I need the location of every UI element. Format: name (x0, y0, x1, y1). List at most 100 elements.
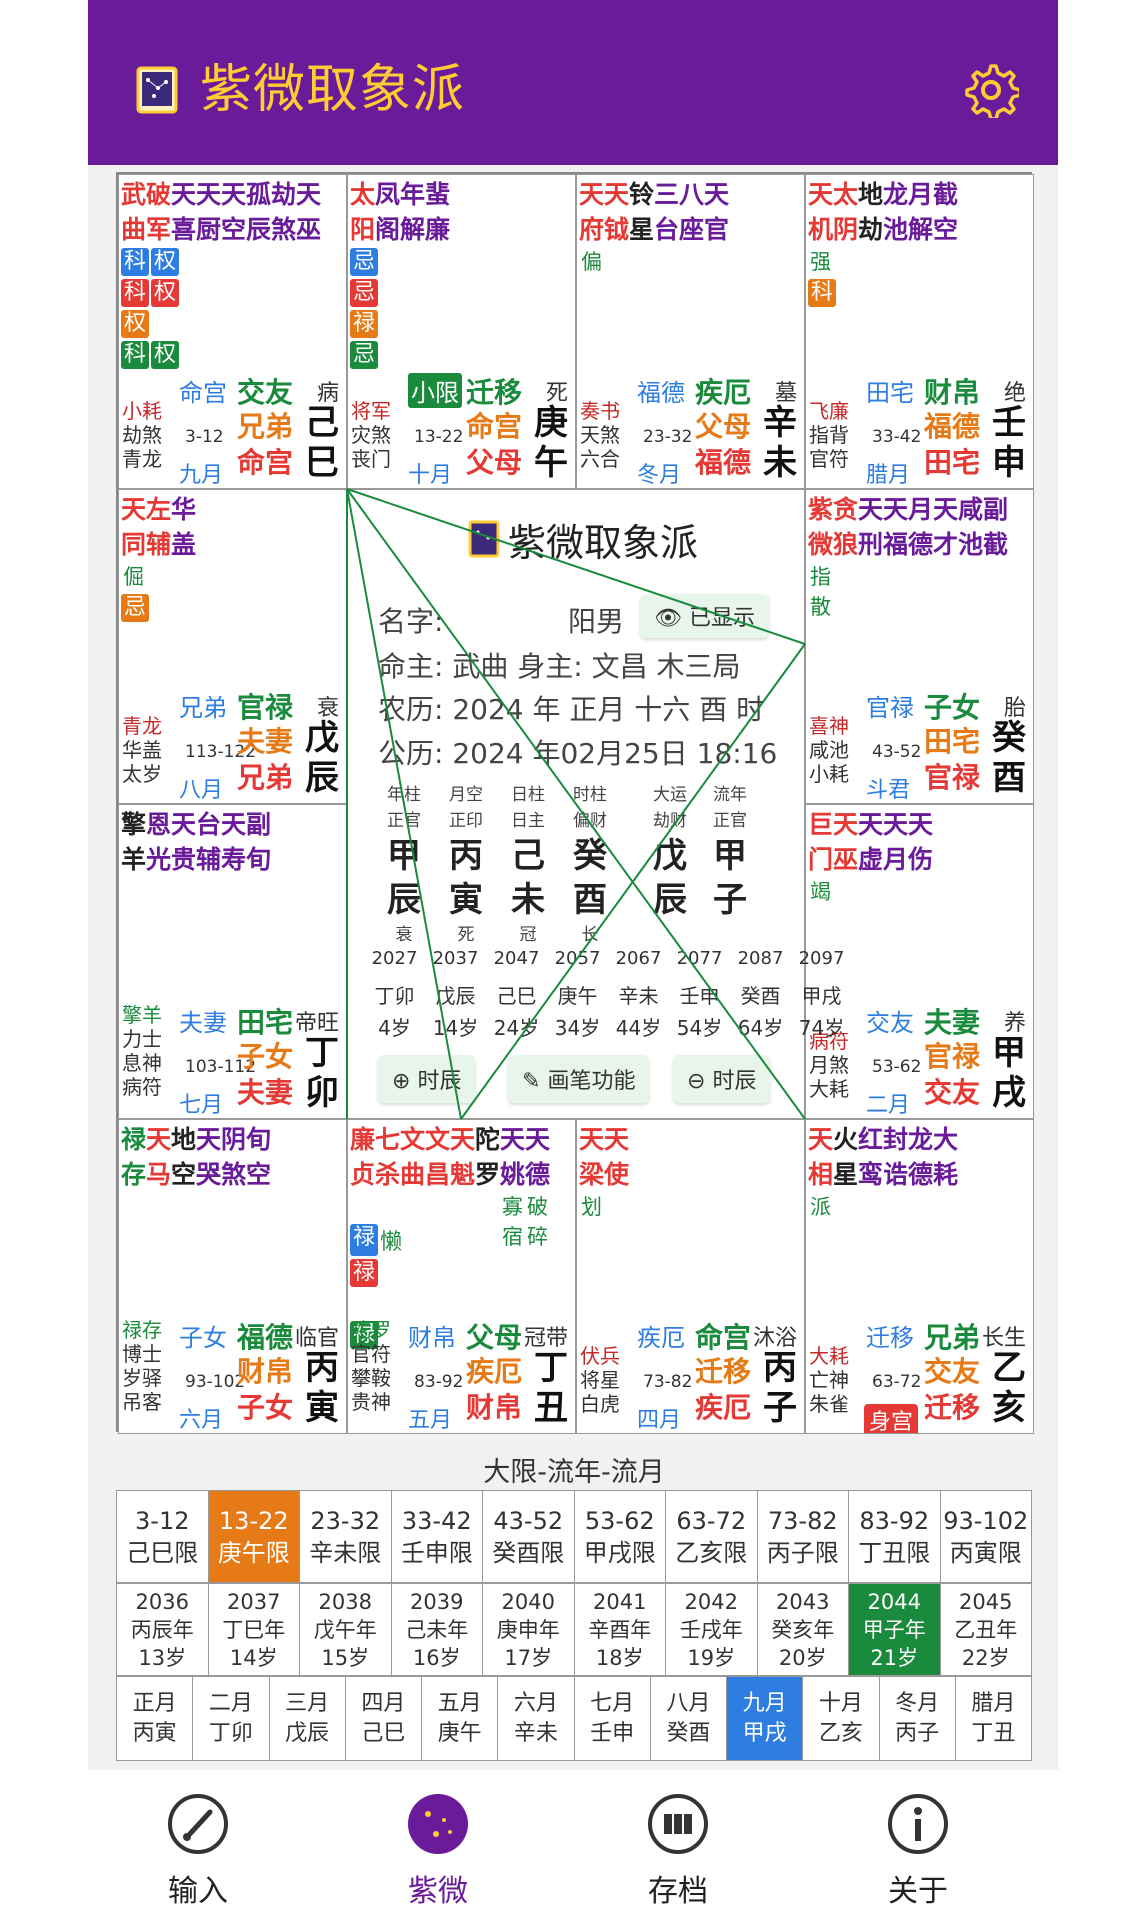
flow-month-cell[interactable]: 八月 癸酉 (650, 1677, 727, 1761)
stem-char: 未 (763, 443, 797, 483)
flow-month-cell[interactable]: 腊月 丁丑 (955, 1677, 1032, 1761)
decade-limit-cell[interactable]: 33-42 壬申限 (391, 1491, 483, 1583)
palace-cell-chou[interactable]: 廉贞七杀文曲文昌天魁陀罗天姚寡宿天德破碎禄懒禄禄陀罗 官符 攀鞍 贵神 财帛 83-92 五… (347, 1119, 576, 1434)
solar-date: 公历: 2024 年02月25日 18:16 (378, 737, 778, 770)
star-char: 刑 (858, 530, 884, 559)
palace-name-year: 命宫 (466, 410, 523, 443)
tag-row: 科权 (121, 248, 180, 276)
palace-name-natal: 福德 (695, 446, 752, 479)
pen-function-button[interactable]: ✎ 画笔功能 (508, 1055, 650, 1103)
star-char: 恩 (146, 810, 172, 839)
flow-month-cell[interactable]: 十月 乙亥 (803, 1677, 880, 1761)
palace-cell-shen[interactable]: 天机强逵太阴地劫龙池月解截空科飞廉指背官符田宅33-42腊月财帛福德田宅绝壬申 (805, 174, 1034, 489)
nav-archive[interactable]: 存档 (618, 1792, 738, 1910)
palace-name-natal: 官禄 (924, 761, 981, 794)
flow-year-cell[interactable]: 2037 丁巳年 14岁 (208, 1584, 300, 1676)
app-title: 紫微取象派 (200, 60, 466, 120)
decade-limit-ganzhi: 己巳限 (126, 1539, 199, 1567)
star-char: 铃 (629, 180, 655, 209)
flow-month-text: 腊月 (971, 1691, 1016, 1716)
flow-year-cell[interactable]: 2040 庚申年 17岁 (483, 1584, 575, 1676)
nav-about[interactable]: 关于 (858, 1792, 978, 1910)
star-char: 天 (933, 495, 959, 524)
palace-name-year: 疾厄 (466, 1355, 523, 1388)
palace-cell-chen[interactable]: 天同倔左辅华盖忌青龙 华盖 太岁 兄弟 113-122 八月 官禄 夫妻 兄弟衰戊辰 (118, 489, 347, 804)
flow-year-cell[interactable]: 2045 乙丑年 22岁 (940, 1584, 1032, 1676)
star-name: 地空 (171, 1122, 196, 1192)
flow-month-cell[interactable]: 六月 辛未 (498, 1677, 575, 1761)
decade-limit-cell[interactable]: 73-82 丙子限 (757, 1491, 849, 1583)
flow-month-cell[interactable]: 四月 己巳 (345, 1677, 422, 1761)
shown-toggle-button[interactable]: 👁 已显示 (640, 594, 769, 638)
flow-month-text: 丁丑 (971, 1721, 1016, 1746)
decade-limit-cell[interactable]: 43-52 癸酉限 (483, 1491, 575, 1583)
flow-year-cell[interactable]: 2039 己未年 16岁 (391, 1584, 483, 1676)
decade-limit-cell[interactable]: 13-22 庚午限 (208, 1491, 300, 1583)
palace-cell-zi[interactable]: 天梁划天使伏兵 将星 白虎 疾厄 73-82 四月 命宫 迁移 疾厄 沐浴丙子 (576, 1119, 805, 1434)
flow-month-cell[interactable]: 冬月 丙子 (879, 1677, 956, 1761)
flow-year-text: 丙辰年 (130, 1618, 194, 1642)
decade-limit-cell[interactable]: 53-62 甲戌限 (574, 1491, 666, 1583)
flow-month-text: 戊辰 (285, 1721, 330, 1746)
palace-cell-wei[interactable]: 天府偏天钺铃星三台八座天官奏书 天煞 六合 福德 23-32 冬月 疾厄 父母 福德墓辛未 (576, 174, 805, 489)
next-hour-button[interactable]: ⊖ 时辰 (673, 1055, 771, 1103)
star-char: 截 (983, 530, 1009, 559)
flow-month-text: 丙子 (895, 1721, 940, 1746)
flow-month-cell[interactable]: 三月 戊辰 (269, 1677, 346, 1761)
tag-row: 科权 (121, 279, 180, 307)
star-brightness: 碎 (527, 1225, 548, 1249)
decade-limit-cell[interactable]: 83-92 丁丑限 (849, 1491, 941, 1583)
decade-limit-cell[interactable]: 93-102 丙寅限 (940, 1491, 1032, 1583)
decade-limit-ganzhi: 丙子限 (766, 1539, 839, 1567)
stem-char: 巳 (305, 443, 339, 483)
palace-age-range: 73-82 (643, 1372, 693, 1392)
flow-month-cell[interactable]: 二月 丁卯 (193, 1677, 270, 1761)
spirit-star: 小耗 (122, 399, 162, 423)
star-char: 太 (833, 180, 859, 209)
flow-month-text: 丙寅 (132, 1721, 177, 1746)
pillar-header: 时柱 (573, 785, 607, 805)
nav-ziwei[interactable]: 紫微 (378, 1792, 498, 1910)
flow-month-cell[interactable]: 七月 壬申 (574, 1677, 651, 1761)
flow-month-cell[interactable]: 九月 甲戌 (727, 1677, 804, 1761)
prev-hour-button[interactable]: ⊕ 时辰 (378, 1055, 476, 1103)
palace-cell-you[interactable]: 紫微指散贪狼天刑天福月德天才咸池副截喜神 咸池 小耗 官禄 43-52 斗君 子女 田宅 官禄胎… (805, 489, 1034, 804)
transform-tags: 科权科权权科权 (121, 248, 180, 369)
star-char: 钺 (604, 215, 630, 244)
flow-month-row: 正月 丙寅 二月 丁卯 三月 戊辰 四月 己巳 五月 庚午 六月 辛未 七月 壬申 八月 癸酉 九月 甲戌 十月 乙亥… (116, 1676, 1032, 1761)
flow-month-cell[interactable]: 五月 庚午 (422, 1677, 499, 1761)
palace-cell-hai[interactable]: 天相派火星红鸾封诰龙德大耗大耗 亡神 朱雀 迁移 63-72 身宫 兄弟 交友 迁移 长生乙亥 (805, 1119, 1034, 1434)
flow-year-cell[interactable]: 2038 戊午年 15岁 (300, 1584, 392, 1676)
star-list: 擎羊恩光天贵台辅天寿副旬 (121, 807, 271, 877)
gear-icon[interactable] (963, 62, 1019, 118)
spirit-star: 太岁 (122, 762, 162, 786)
flow-year-cell[interactable]: 2043 癸亥年 20岁 (757, 1584, 849, 1676)
decade-limit-range: 33-42 (401, 1507, 472, 1535)
palace-role: 疾厄 (637, 1324, 685, 1352)
decade-limit-cell[interactable]: 23-32 辛未限 (300, 1491, 392, 1583)
star-name: 凤阁 (375, 177, 400, 247)
star-brightness: 寡 (502, 1195, 523, 1219)
palace-cell-yin[interactable]: 禄存天马地空天哭阴煞旬空禄存 博士 岁驿 吊客 子女 93-102 六月 福德 财帛 子女 临官丙寅 (118, 1119, 347, 1434)
palace-name-year: 迁移 (695, 1355, 752, 1388)
star-name: 文昌 (425, 1122, 450, 1252)
star-name: 文曲 (400, 1122, 425, 1252)
palace-cell-mao[interactable]: 擎羊恩光天贵台辅天寿副旬擎羊 力士 息神 病符 夫妻 103-112 七月 田宅 子女 夫妻 帝旺丁… (118, 804, 347, 1119)
flow-year-cell[interactable]: 2042 壬戌年 19岁 (666, 1584, 758, 1676)
body-palace-badge: 身宫 (864, 1404, 919, 1433)
flow-year-cell[interactable]: 2036 丙辰年 13岁 (117, 1584, 209, 1676)
spirit-star: 大耗 (809, 1344, 849, 1368)
decade-limit-cell[interactable]: 63-72 乙亥限 (666, 1491, 758, 1583)
flow-year-cell[interactable]: 2044 甲子年 21岁 (849, 1584, 941, 1676)
flow-month-cell[interactable]: 正月 丙寅 (117, 1677, 194, 1761)
flow-year-cell[interactable]: 2041 辛酉年 18岁 (574, 1584, 666, 1676)
nav-input[interactable]: 输入 (138, 1792, 258, 1910)
decade-limit-cell[interactable]: 3-12 己巳限 (117, 1491, 209, 1583)
palace-footer: 陀罗 官符 攀鞍 贵神 财帛 83-92 五月 父母 疾厄 财帛 冠带丁丑 (348, 1318, 575, 1433)
star-char: 煞 (221, 1160, 247, 1189)
spirit-stars: 青龙 华盖 太岁 (122, 714, 162, 786)
star-char: 天 (196, 180, 222, 209)
pillar-column: 大运 劫财戊辰 (644, 782, 696, 922)
palace-cell-wu[interactable]: 太阳凤阁年解蜚廉忌忌禄忌将军 灾煞 丧门 小限 13-22 十月 迁移 命宫 父母死庚午 (347, 174, 576, 489)
palace-cell-si[interactable]: 武曲破军天喜天厨天空孤辰劫煞天巫科权科权权科权小耗 劫煞 青龙 命宫 3-12 九月 交友兄… (118, 174, 347, 489)
